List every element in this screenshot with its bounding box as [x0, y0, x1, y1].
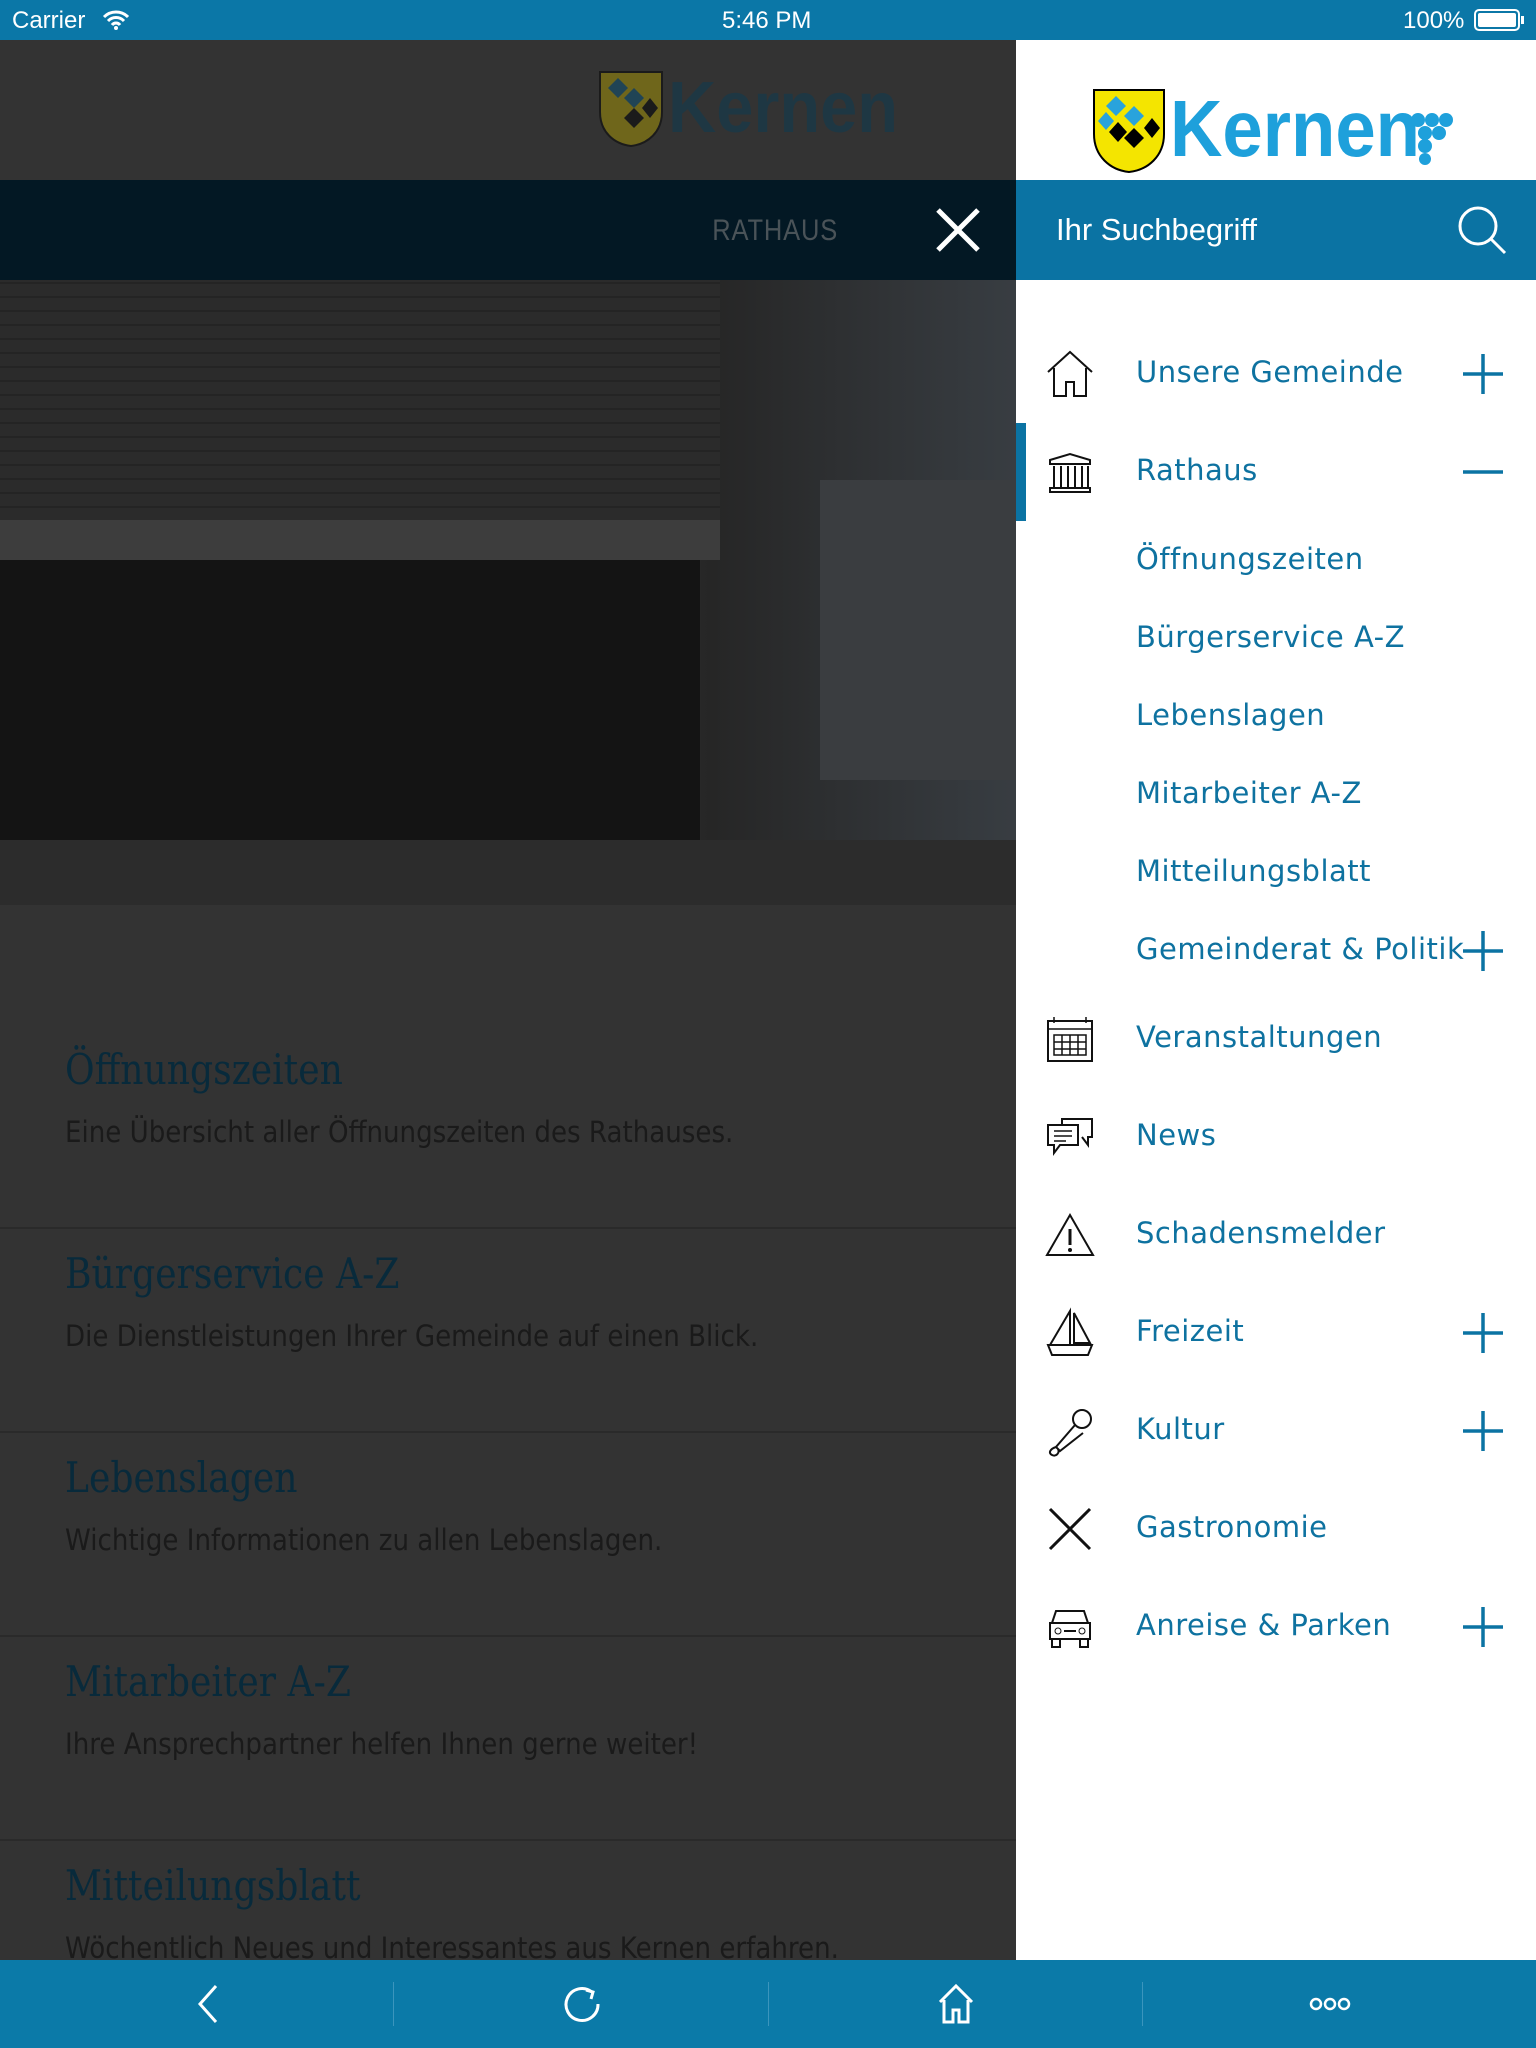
content-item[interactable]: Öffnungszeiten Eine Übersicht aller Öffnu… — [0, 1025, 1016, 1229]
item-title: Mitarbeiter A-Z — [65, 1657, 351, 1706]
menu-item-news[interactable]: News — [1016, 1096, 1536, 1176]
collapse-minus-icon[interactable] — [1462, 451, 1504, 493]
battery-icon — [1474, 9, 1524, 31]
menu-item-label: Schadensmelder — [1136, 1216, 1386, 1250]
content-item[interactable]: Mitarbeiter A-Z Ihre Ansprechpartner helf… — [0, 1637, 1016, 1841]
menu-item-anreise-parken[interactable]: Anreise & Parken — [1016, 1586, 1536, 1666]
menu-item-schadensmelder[interactable]: Schadensmelder — [1016, 1194, 1536, 1274]
menu-item-unsere-gemeinde[interactable]: Unsere Gemeinde — [1016, 333, 1536, 413]
back-icon — [197, 1985, 218, 2023]
content-item[interactable]: Bürgerservice A-Z Die Dienstleistungen Ih… — [0, 1229, 1016, 1433]
menu-item-freizeit[interactable]: Freizeit — [1016, 1292, 1536, 1372]
expand-plus-icon[interactable] — [1462, 1410, 1504, 1452]
carrier: Carrier — [12, 7, 86, 34]
car-icon — [1049, 1610, 1091, 1648]
svg-text:Kernen: Kernen — [668, 68, 898, 148]
menu-item-label: Gemeinderat & Politik — [1136, 932, 1465, 966]
item-title: Lebenslagen — [65, 1453, 298, 1502]
status-bar: Carrier 5:46 PM 100% — [0, 0, 1536, 40]
expand-plus-icon[interactable] — [1462, 1312, 1504, 1354]
item-description: Eine Übersicht aller Öffnungszeiten des … — [65, 1115, 734, 1149]
menu-item-label: Freizeit — [1136, 1314, 1245, 1348]
microphone-icon — [1048, 1409, 1092, 1457]
item-description: Wöchentlich Neues und Interessantes aus … — [65, 1931, 839, 1960]
submenu-item-lebenslagen[interactable]: Lebenslagen — [1016, 676, 1536, 756]
content-item[interactable]: Lebenslagen Wichtige Informationen zu all… — [0, 1433, 1016, 1637]
menu-item-label: Öffnungszeiten — [1136, 542, 1364, 576]
town-hall-icon — [1049, 452, 1091, 493]
chat-bubbles-icon — [1047, 1118, 1093, 1156]
menu-item-label: Veranstaltungen — [1136, 1020, 1383, 1054]
house-icon — [1047, 350, 1093, 397]
menu-item-gastronomie[interactable]: Gastronomie — [1016, 1488, 1536, 1568]
section-title: RATHAUS — [712, 214, 838, 247]
item-title: Bürgerservice A-Z — [65, 1249, 400, 1298]
submenu-item-mitteilungsblatt[interactable]: Mitteilungsblatt — [1016, 832, 1536, 912]
hero-image — [0, 280, 1016, 905]
side-menu: Kernen Unsere Gemeinde Rathaus Öffnungszei… — [1016, 40, 1536, 1960]
sailboat-icon — [1046, 1307, 1094, 1356]
battery-percent: 100% — [1403, 7, 1465, 34]
fork-knife-icon — [1048, 1507, 1092, 1551]
search-input[interactable] — [1056, 208, 1436, 252]
time: 5:46 PM — [722, 7, 812, 34]
expand-plus-icon[interactable] — [1462, 353, 1504, 395]
menu-item-veranstaltungen[interactable]: Veranstaltungen — [1016, 998, 1536, 1078]
top-nav-bar: RATHAUS — [0, 180, 1016, 280]
reload-icon — [564, 1987, 600, 2022]
menu-item-label: News — [1136, 1118, 1217, 1152]
page-background: Kernen RATHAUS Öffnungszeiten Eine Übersi… — [0, 40, 1016, 1960]
menu-item-label: Anreise & Parken — [1136, 1608, 1392, 1642]
wifi-icon — [102, 10, 130, 30]
more-icon — [1309, 1997, 1351, 2011]
menu-item-label: Mitarbeiter A-Z — [1136, 776, 1362, 810]
menu-item-label: Bürgerservice A-Z — [1136, 620, 1405, 654]
search-icon[interactable] — [1456, 204, 1508, 256]
item-title: Öffnungszeiten — [65, 1045, 343, 1094]
menu-item-label: Unsere Gemeinde — [1136, 355, 1404, 389]
kernen-logo: Kernen — [1093, 86, 1453, 174]
close-icon[interactable] — [930, 202, 986, 258]
more-button[interactable] — [1138, 1960, 1522, 2048]
item-description: Ihre Ansprechpartner helfen Ihnen gerne … — [65, 1727, 699, 1761]
back-button[interactable] — [15, 1960, 399, 2048]
submenu-item-öffnungszeiten[interactable]: Öffnungszeiten — [1016, 520, 1536, 600]
expand-plus-icon[interactable] — [1462, 1606, 1504, 1648]
menu-item-kultur[interactable]: Kultur — [1016, 1390, 1536, 1470]
item-title: Mitteilungsblatt — [65, 1861, 361, 1910]
reload-button[interactable] — [390, 1960, 774, 2048]
warning-icon — [1045, 1212, 1095, 1256]
menu-item-label: Kultur — [1136, 1412, 1225, 1446]
calendar-icon — [1047, 1017, 1093, 1062]
kernen-logo: Kernen — [599, 68, 898, 148]
submenu-item-bürgerservice-a-z[interactable]: Bürgerservice A-Z — [1016, 598, 1536, 678]
menu-item-label: Lebenslagen — [1136, 698, 1326, 732]
home-icon — [938, 1983, 974, 2024]
menu-item-label: Mitteilungsblatt — [1136, 854, 1372, 888]
submenu-item-gemeinderat-politik[interactable]: Gemeinderat & Politik — [1016, 910, 1536, 990]
submenu-item-mitarbeiter-a-z[interactable]: Mitarbeiter A-Z — [1016, 754, 1536, 834]
menu-item-rathaus[interactable]: Rathaus — [1016, 423, 1536, 521]
bottom-toolbar — [0, 1960, 1536, 2048]
menu-item-label: Rathaus — [1136, 453, 1258, 487]
content-item[interactable]: Mitteilungsblatt Wöchentlich Neues und In… — [0, 1841, 1016, 1960]
item-description: Die Dienstleistungen Ihrer Gemeinde auf … — [65, 1319, 759, 1353]
home-button[interactable] — [764, 1960, 1148, 2048]
svg-text:Kernen: Kernen — [1170, 86, 1420, 173]
menu-item-label: Gastronomie — [1136, 1510, 1328, 1544]
item-description: Wichtige Informationen zu allen Lebensla… — [65, 1523, 663, 1557]
expand-plus-icon[interactable] — [1462, 930, 1504, 972]
search-bar — [1016, 180, 1536, 280]
